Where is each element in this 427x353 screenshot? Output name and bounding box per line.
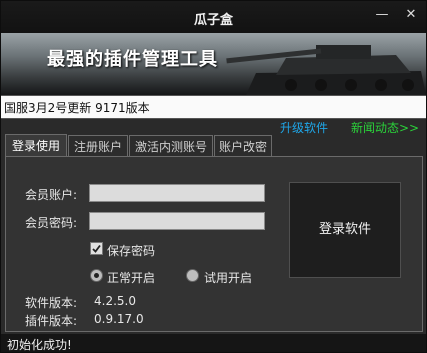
tank-illustration bbox=[226, 45, 426, 95]
status-text: 初始化成功! bbox=[7, 338, 72, 352]
account-input[interactable] bbox=[89, 184, 265, 202]
app-window: 瓜子盒 — ✕ 最强的插件管理工具 国服3月2号更新 9171版本 升级软件 新… bbox=[0, 0, 427, 353]
software-version-label: 软件版本: bbox=[25, 296, 78, 310]
password-input[interactable] bbox=[89, 212, 265, 230]
news-link[interactable]: 新闻动态>> bbox=[351, 119, 419, 136]
update-info-text: 国服3月2号更新 9171版本 bbox=[4, 101, 150, 115]
banner: 最强的插件管理工具 bbox=[1, 33, 426, 95]
radio-dot-icon bbox=[94, 273, 99, 278]
tab-activate-beta[interactable]: 激活内测账号 bbox=[129, 135, 213, 157]
window-title: 瓜子盒 bbox=[193, 13, 233, 28]
tab-register[interactable]: 注册账户 bbox=[68, 135, 128, 157]
close-button[interactable]: ✕ bbox=[400, 5, 422, 25]
mode-normal-label: 正常开启 bbox=[107, 271, 156, 285]
account-label: 会员账户: bbox=[25, 188, 78, 202]
checkmark-icon bbox=[92, 244, 101, 253]
status-bar: 初始化成功! bbox=[1, 334, 426, 352]
mode-trial-label: 试用开启 bbox=[204, 271, 253, 285]
password-label: 会员密码: bbox=[25, 216, 78, 230]
software-version-value: 4.2.5.0 bbox=[94, 294, 136, 308]
banner-headline: 最强的插件管理工具 bbox=[47, 49, 218, 70]
update-info-bar: 国服3月2号更新 9171版本 bbox=[1, 95, 426, 119]
plugin-version-value: 0.9.17.0 bbox=[94, 312, 144, 326]
upgrade-link[interactable]: 升级软件 bbox=[280, 119, 328, 136]
save-password-label: 保存密码 bbox=[107, 244, 156, 258]
login-button[interactable]: 登录软件 bbox=[289, 182, 401, 278]
mode-trial-radio[interactable] bbox=[186, 269, 199, 282]
plugin-version-label: 插件版本: bbox=[25, 314, 78, 328]
save-password-checkbox[interactable] bbox=[90, 242, 103, 255]
mode-normal-radio[interactable] bbox=[90, 269, 103, 282]
title-bar[interactable]: 瓜子盒 — ✕ bbox=[1, 1, 426, 33]
tab-change-password[interactable]: 账户改密 bbox=[214, 135, 272, 157]
tab-login[interactable]: 登录使用 bbox=[5, 134, 67, 157]
minimize-button[interactable]: — bbox=[371, 5, 393, 25]
